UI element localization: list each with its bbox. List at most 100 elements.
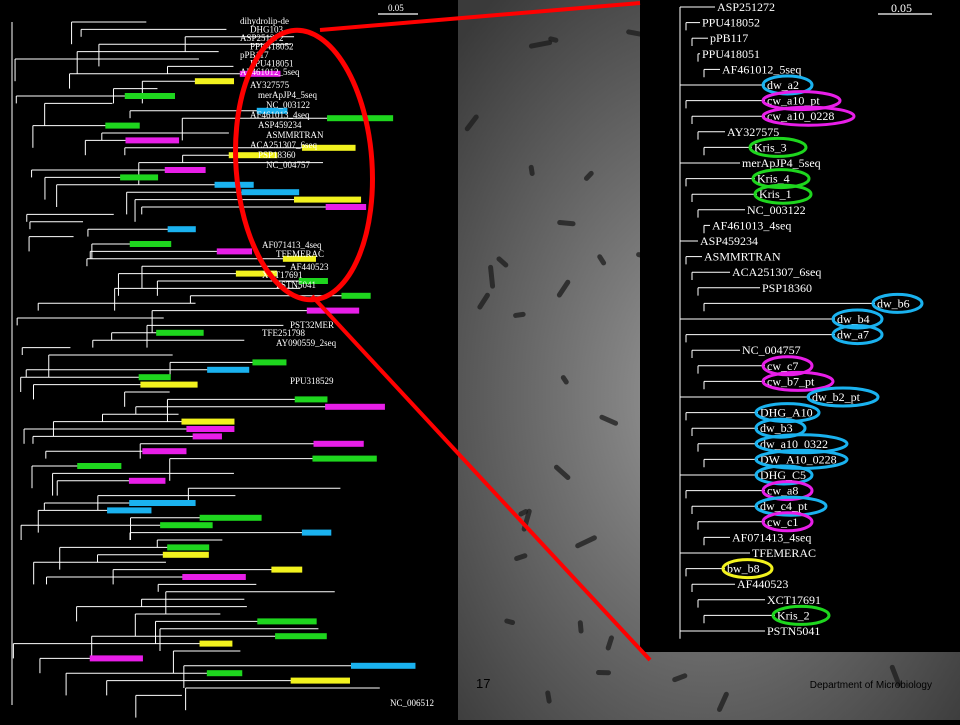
left-tree-colored-leaf [142, 448, 187, 455]
left-tree-colored-leaf [214, 181, 254, 188]
leaf-label-asmmrtran: ASMMRTRAN [704, 250, 781, 264]
left-tree-colored-leaf [199, 640, 233, 647]
left-tree-colored-leaf [271, 566, 303, 573]
left-tree-colored-leaf [128, 477, 166, 484]
left-tree-colored-leaf [327, 115, 394, 122]
left-tree-colored-leaf [350, 662, 416, 669]
left-leaf-label: XCT17691 [262, 270, 303, 280]
left-scale-bar-label: 0.05 [388, 3, 404, 13]
scale-bar-label: 0.05 [891, 1, 912, 15]
left-tree-colored-leaf [325, 403, 385, 410]
leaf-label-nc-003122: NC_003122 [747, 203, 806, 217]
leaf-label-dw-b4: dw_b4 [837, 312, 870, 326]
left-tree-colored-leaf [252, 359, 287, 366]
left-tree-colored-leaf [313, 440, 364, 447]
left-tree-colored-leaf [241, 189, 300, 196]
bacterium-cell [595, 669, 612, 676]
left-tree-colored-leaf [294, 196, 362, 203]
left-tree-colored-leaf [207, 366, 250, 373]
leaf-label-kris-3: Kris_3 [754, 140, 787, 154]
leaf-label-asp251272: ASP251272 [717, 0, 775, 14]
left-tree-colored-leaf [129, 500, 196, 506]
left-tree-colored-leaf [167, 226, 196, 233]
left-tree-colored-leaf [186, 426, 235, 432]
leaf-label-merapjp4-5seq: merApJP4_5seq [742, 156, 821, 170]
left-tree-colored-leaf [162, 551, 209, 558]
leaf-label-af440523: AF440523 [737, 577, 788, 591]
left-tree-colored-leaf [306, 307, 360, 314]
left-tree-colored-leaf [77, 463, 122, 469]
leaf-label-pstn5041: PSTN5041 [767, 624, 820, 638]
left-tree-colored-leaf [160, 522, 213, 529]
left-leaf-label: NC_006512 [390, 698, 434, 708]
left-tree-colored-leaf [341, 292, 371, 299]
slide-number: 17 [476, 676, 491, 691]
left-leaf-label: ASMMRTRAN [266, 130, 324, 140]
left-tree-colored-leaf [325, 204, 367, 210]
leaf-label-dw-b3: dw_b3 [760, 421, 793, 435]
leaf-label-cw-c1: cw_c1 [767, 515, 798, 529]
left-leaf-label: ASP459234 [258, 120, 302, 130]
zoomed-tree-drawing: 0.05ASP251272PPU418052pPB117PPU418051AF4… [679, 0, 932, 639]
leaf-label-ppb117: pPB117 [710, 31, 748, 45]
left-tree-colored-leaf [89, 655, 143, 662]
leaf-label-tfemerac: TFEMERAC [752, 546, 816, 560]
left-tree-colored-leaf [301, 529, 332, 536]
left-leaf-label: AY090559_2seq [276, 338, 337, 348]
department-footer: Department of Microbiology [809, 680, 932, 691]
left-tree-colored-leaf [199, 514, 262, 521]
left-tree-colored-leaf [107, 507, 152, 514]
left-leaf-label: PPU318529 [290, 376, 334, 386]
full-phylogenetic-tree: 0.05 dihydrolip-de DHG103 ASP251272 PPU41805… [0, 0, 458, 720]
left-leaf-label: PSTN5041 [276, 280, 316, 290]
left-tree-colored-leaf [120, 174, 159, 181]
leaf-label-dhg-c5: DHG_C5 [760, 468, 806, 482]
leaf-label-cw-a10-pt: cw_a10_pt [767, 94, 820, 108]
leaf-label-dw-a10-0228: DW_A10_0228 [760, 452, 837, 466]
left-tree-colored-leaf [125, 137, 180, 144]
leaf-label-aca251307-6seq: ACA251307_6seq [732, 265, 821, 279]
leaf-label-bw-b8: bw_b8 [727, 562, 760, 576]
leaf-label-af461013-4seq: AF461013_4seq [712, 218, 791, 232]
leaf-label-cw-a8: cw_a8 [767, 484, 798, 498]
left-leaf-label: NC_004757 [266, 160, 311, 170]
leaf-label-cw-b7-pt: cw_b7_pt [767, 374, 815, 388]
leaf-label-dw-a2: dw_a2 [767, 78, 799, 92]
left-leaf-label: ACA251307_6seq [250, 140, 317, 150]
leaf-label-ay327575: AY327575 [727, 125, 779, 139]
left-tree-colored-leaf [192, 433, 222, 440]
left-tree-colored-leaf [156, 329, 204, 336]
left-tree-colored-leaf [275, 633, 327, 640]
leaf-label-cw-a10-0228: cw_a10_0228 [767, 109, 834, 123]
left-tree-colored-leaf [140, 381, 198, 388]
leaf-label-cw-c7: cw_c7 [767, 359, 798, 373]
leaf-label-dw-b6: dw_b6 [877, 296, 910, 310]
leaf-label-af461012-5seq: AF461012_5seq [722, 62, 801, 76]
left-leaf-label: NC_003122 [266, 100, 310, 110]
full-tree-drawing: 0.05dihydrolip-deDHG103ASP251272PPU41805… [11, 3, 434, 718]
left-tree-colored-leaf [129, 241, 172, 247]
leaf-label-kris-2: Kris_2 [777, 608, 810, 622]
left-tree-colored-leaf [105, 122, 140, 129]
left-leaf-label: TFE251798 [262, 328, 306, 338]
zoomed-subtree: 0.05 ASP251272 PPU418052 pPB117 PPU418051 AF4… [640, 0, 960, 652]
left-leaf-label: TFEMERAC [276, 249, 324, 259]
leaf-label-asp459234: ASP459234 [700, 234, 758, 248]
leaf-label-xct17691: XCT17691 [767, 593, 821, 607]
leaf-label-kris-4: Kris_4 [757, 172, 790, 186]
left-leaf-label: PSP18360 [258, 150, 296, 160]
leaf-label-dw-a7: dw_a7 [837, 328, 869, 342]
left-tree-colored-leaf [294, 396, 328, 403]
left-tree-colored-leaf [182, 574, 246, 580]
leaf-label-kris-1: Kris_1 [759, 187, 792, 201]
left-tree-colored-leaf [181, 418, 235, 425]
left-tree-colored-leaf [164, 167, 206, 173]
leaf-label-ppu418051: PPU418051 [702, 47, 760, 61]
leaf-label-dw-c4-pt: dw_c4_pt [760, 499, 808, 513]
left-tree-colored-leaf [124, 93, 175, 99]
left-leaf-label: AF461012_5seq [240, 67, 300, 77]
left-leaf-label: AY327575 [250, 80, 290, 90]
leaf-label-dhg-a10: DHG_A10 [760, 406, 813, 420]
leaf-label-psp18360: PSP18360 [762, 281, 812, 295]
left-tree-colored-leaf [167, 544, 210, 551]
